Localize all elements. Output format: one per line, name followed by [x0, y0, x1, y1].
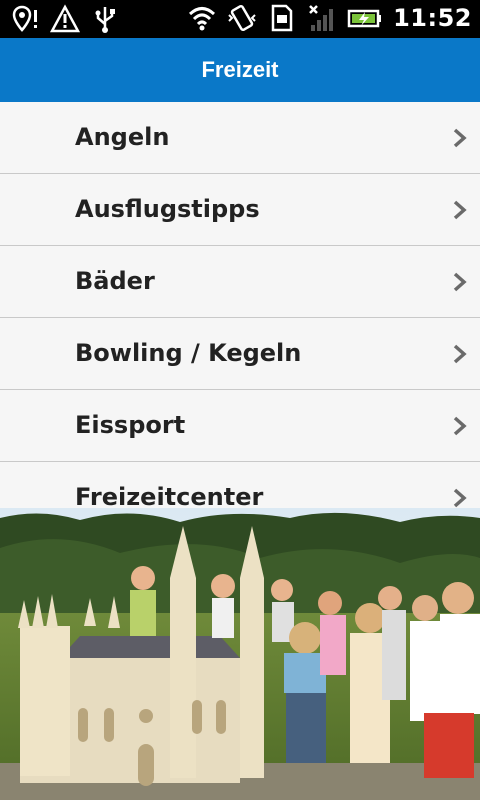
list-item-label: Freizeitcenter [75, 483, 264, 508]
list-item-angeln[interactable]: Angeln [0, 102, 480, 174]
list-item-bowling[interactable]: Bowling / Kegeln [0, 318, 480, 390]
list-item-label: Bowling / Kegeln [75, 339, 302, 367]
status-left [10, 4, 120, 34]
status-bar: 11:52 [0, 0, 480, 38]
banner-photo [0, 508, 480, 800]
list-item-ausflugstipps[interactable]: Ausflugstipps [0, 174, 480, 246]
chevron-right-icon [453, 488, 467, 508]
usb-icon [95, 7, 115, 33]
battery-charging-icon [347, 9, 382, 28]
chevron-right-icon [453, 272, 467, 292]
list-item-eissport[interactable]: Eissport [0, 390, 480, 462]
list-item-label: Bäder [75, 267, 155, 295]
chevron-right-icon [453, 128, 467, 148]
sim-icon [271, 4, 293, 32]
list-item-freizeitcenter[interactable]: Freizeitcenter [0, 462, 480, 508]
status-time: 11:52 [393, 4, 472, 32]
status-right: 11:52 [187, 3, 472, 33]
warning-icon [50, 4, 80, 33]
list-item-label: Angeln [75, 123, 170, 151]
menu-list: Angeln Ausflugstipps Bäder Bowling / Keg… [0, 102, 480, 508]
chevron-right-icon [453, 200, 467, 220]
chevron-right-icon [453, 416, 467, 436]
list-item-baeder[interactable]: Bäder [0, 246, 480, 318]
signal-icon [309, 5, 334, 31]
list-item-label: Eissport [75, 411, 186, 439]
page-title: Freizeit [201, 57, 279, 82]
chevron-right-icon [453, 344, 467, 364]
list-item-label: Ausflugstipps [75, 195, 260, 223]
vibrate-icon [228, 4, 256, 32]
header: Freizeit [0, 38, 480, 103]
location-alert-icon [12, 5, 37, 32]
wifi-icon [189, 7, 216, 31]
